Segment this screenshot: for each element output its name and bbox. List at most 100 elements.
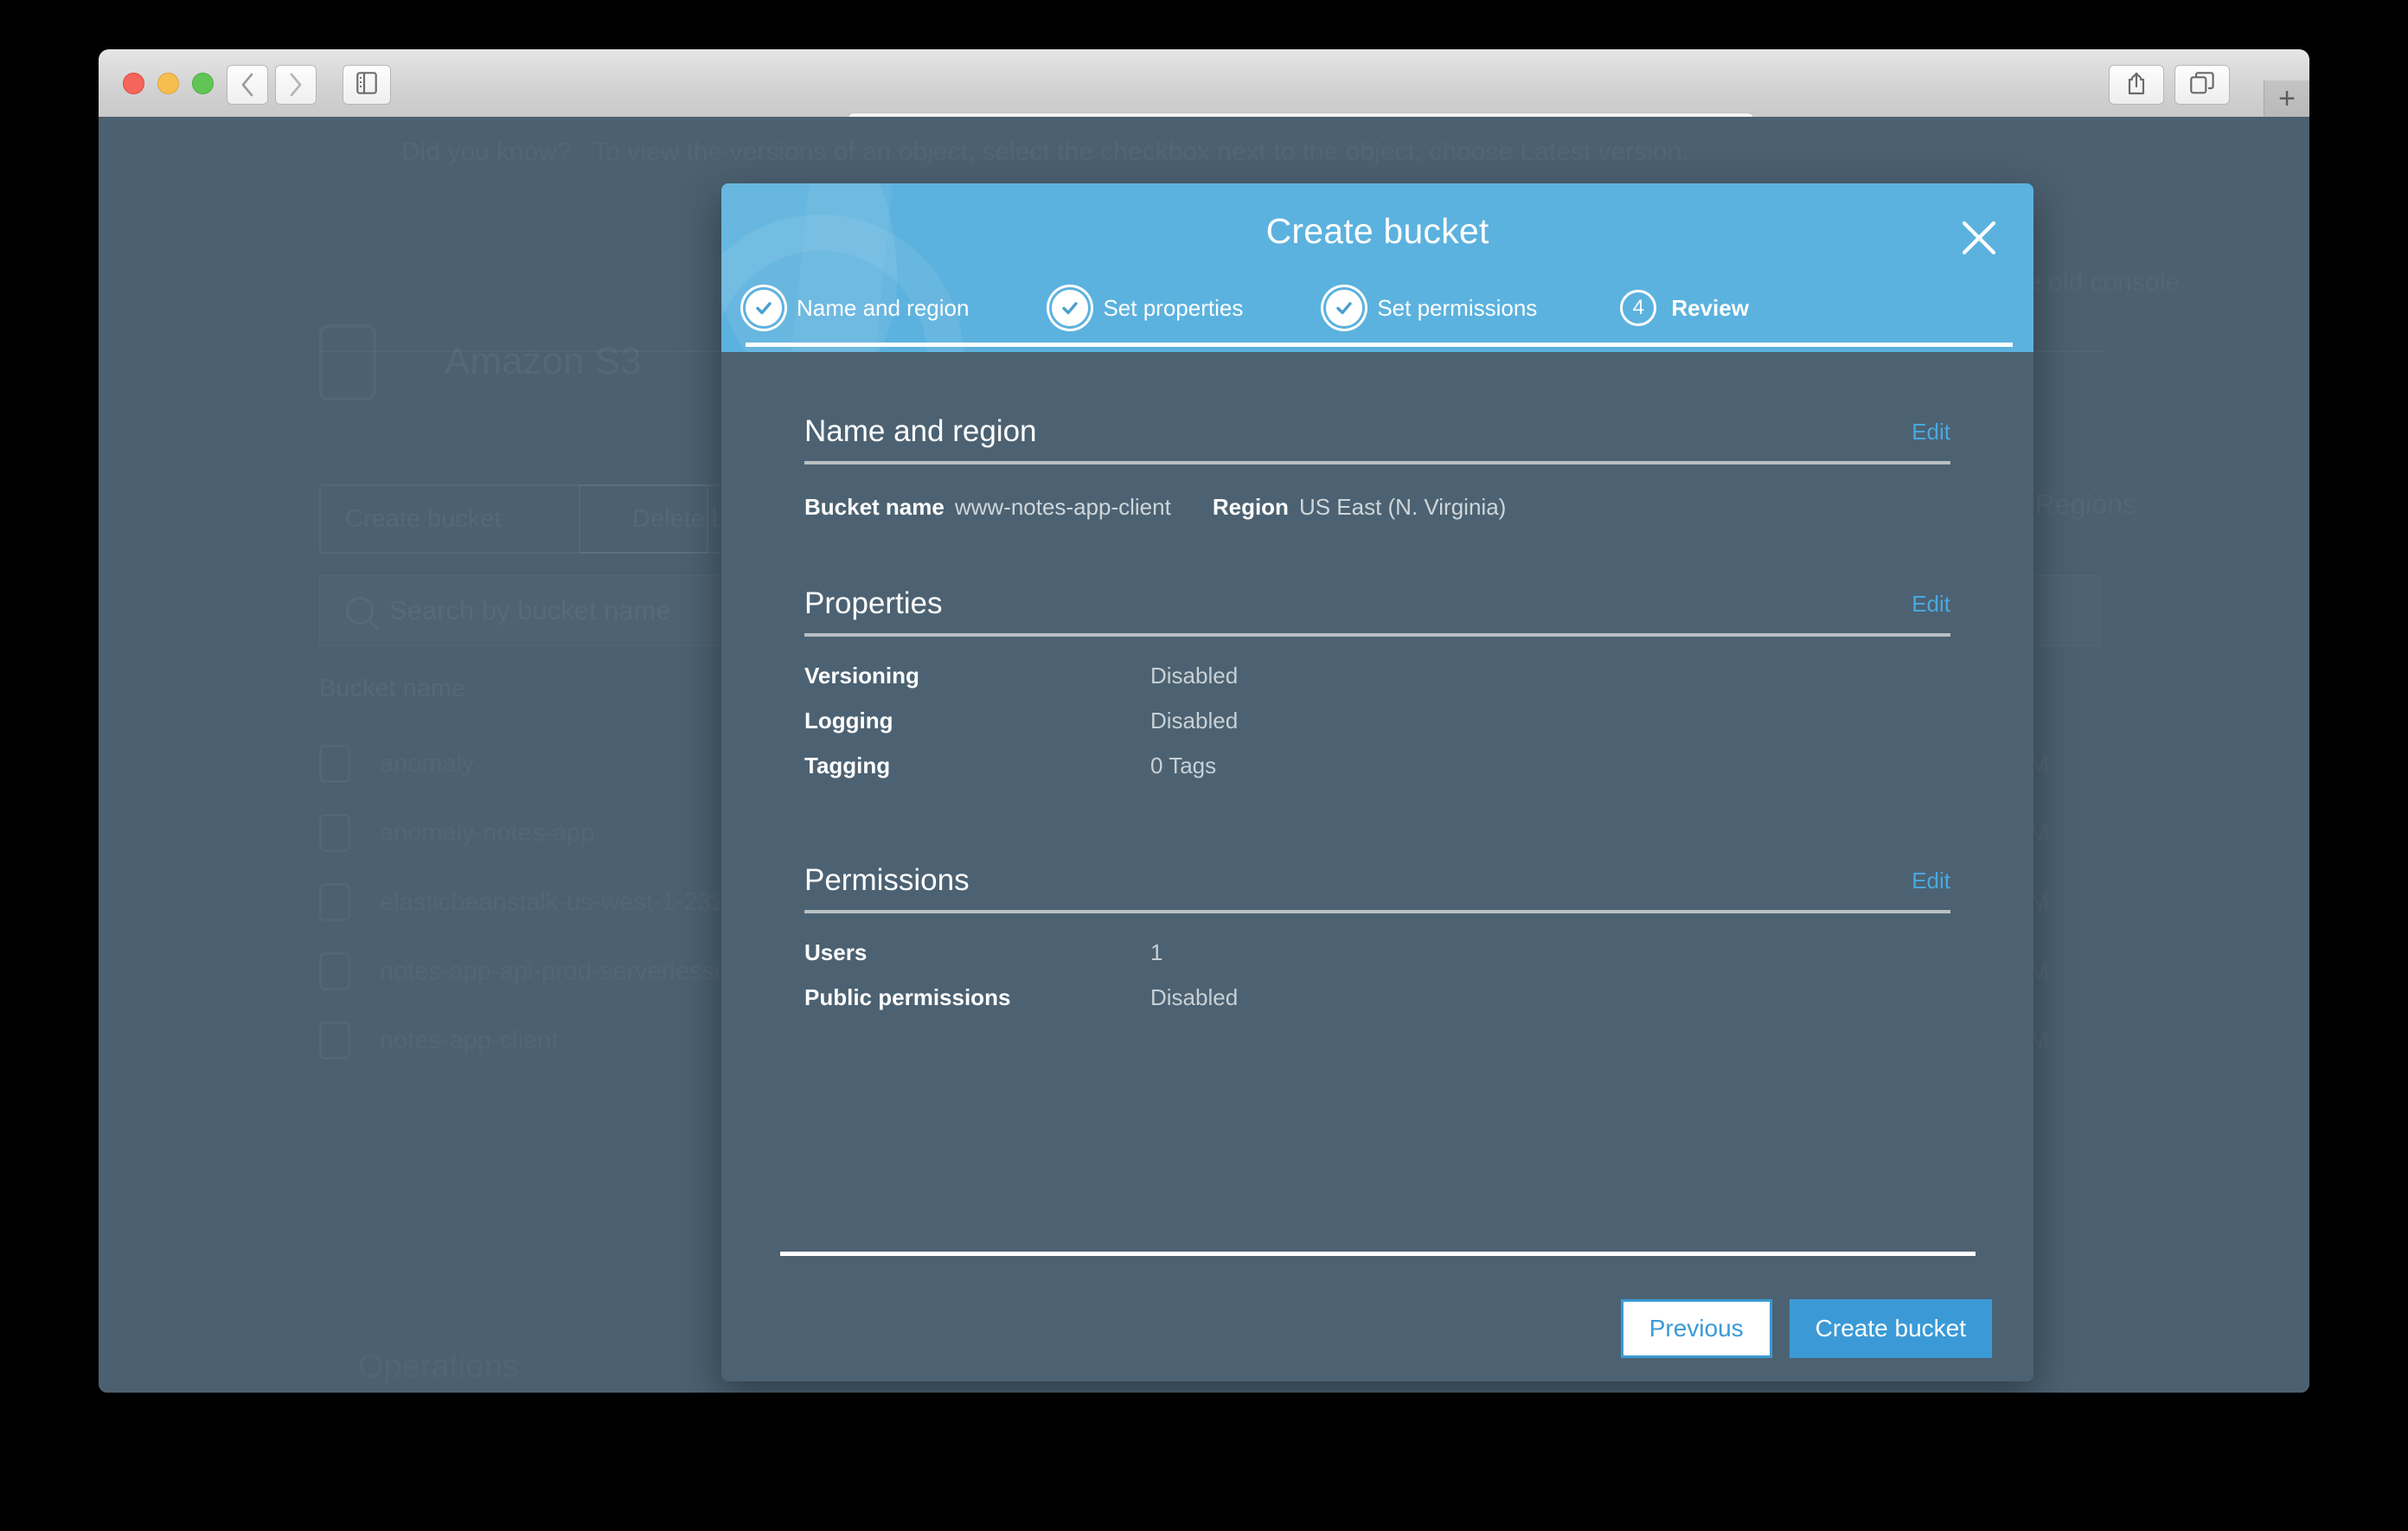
new-tab-label: +: [2278, 84, 2296, 113]
section-title: Permissions: [804, 863, 970, 898]
bucket-icon: [319, 745, 350, 783]
close-icon: [1956, 215, 2002, 261]
close-window-button[interactable]: [123, 73, 144, 94]
toolbar-right-buttons: [2109, 65, 2230, 105]
step-label: Set properties: [1103, 295, 1243, 322]
permission-value: Disabled: [1150, 984, 1238, 1011]
back-button[interactable]: [227, 65, 268, 105]
section-name-and-region: Name and region Edit Bucket name www-not…: [804, 414, 1950, 521]
show-tabs-icon: [2190, 72, 2214, 99]
modal-header: Create bucket Name and reg: [721, 183, 2033, 352]
step-name-and-region[interactable]: Name and region: [746, 290, 969, 326]
step-indicator: Name and region Set properties: [746, 290, 2013, 326]
bucket-icon: [319, 814, 350, 852]
check-circle-icon: [1052, 290, 1088, 326]
sidebar-toggle-icon: [356, 72, 377, 99]
properties-list: Versioning Disabled Logging Disabled Tag…: [804, 663, 1950, 798]
maximize-window-button[interactable]: [192, 73, 214, 94]
step-number-circle: 4: [1620, 290, 1656, 326]
window-controls: [123, 73, 214, 94]
bucket-name: anomaly: [380, 750, 475, 778]
bucket-name: anomaly-notes-app: [380, 819, 594, 848]
browser-window: console.aws.amazon.com: [99, 49, 2309, 1393]
section-permissions: Permissions Edit Users 1 Public permissi…: [804, 863, 1950, 1029]
operations-label: Operations: [358, 1348, 519, 1386]
property-value: Disabled: [1150, 708, 1238, 734]
create-bucket-modal: Create bucket Name and reg: [721, 183, 2033, 1381]
step-set-permissions[interactable]: Set permissions: [1326, 290, 1537, 326]
banner-text: To view the versions of an object, selec…: [592, 138, 1688, 166]
show-tabs-button[interactable]: [2174, 65, 2230, 105]
check-circle-icon: [746, 290, 782, 326]
bucket-icon: [319, 883, 350, 921]
property-key: Logging: [804, 708, 1150, 734]
screen: console.aws.amazon.com: [0, 0, 2408, 1531]
modal-title: Create bucket: [721, 211, 2033, 252]
property-key: Tagging: [804, 753, 1150, 779]
step-number: 4: [1633, 296, 1644, 320]
header-decoration-bar: [790, 183, 895, 352]
share-icon: [2126, 71, 2147, 99]
check-circle-icon: [1326, 290, 1362, 326]
bucket-icon: [319, 1022, 350, 1060]
section-header: Permissions Edit: [804, 863, 1950, 913]
create-bucket-label-bg: Create bucket: [345, 505, 502, 534]
table-row: Tagging 0 Tags: [804, 753, 1950, 798]
spacer: [804, 521, 1950, 586]
region-value: US East (N. Virginia): [1299, 494, 1506, 521]
section-header: Name and region Edit: [804, 414, 1950, 464]
table-row: Public permissions Disabled: [804, 984, 1950, 1029]
bucket-icon: [319, 952, 350, 990]
share-button[interactable]: [2109, 65, 2164, 105]
permission-key: Users: [804, 939, 1150, 966]
chevron-left-icon: [240, 73, 254, 97]
section-title: Name and region: [804, 414, 1037, 449]
step-set-properties[interactable]: Set properties: [1052, 290, 1243, 326]
step-label: Review: [1671, 295, 1749, 322]
property-value: 0 Tags: [1150, 753, 1216, 779]
did-you-know-banner: Did you know? To view the versions of an…: [401, 132, 2045, 172]
permissions-list: Users 1 Public permissions Disabled: [804, 939, 1950, 1029]
search-icon: [346, 597, 374, 625]
forward-button[interactable]: [275, 65, 317, 105]
spacer: [804, 798, 1950, 863]
modal-body: Name and region Edit Bucket name www-not…: [721, 352, 2033, 1029]
region-label: Region: [1213, 494, 1289, 521]
bucket-name-value: www-notes-app-client: [955, 494, 1171, 521]
section-properties: Properties Edit Versioning Disabled Logg…: [804, 586, 1950, 798]
step-label: Set permissions: [1377, 295, 1537, 322]
search-placeholder-bg: Search by bucket name: [389, 595, 671, 626]
edit-name-and-region-link[interactable]: Edit: [1912, 419, 1950, 449]
sidebar-toggle-button[interactable]: [343, 65, 391, 105]
create-bucket-button[interactable]: Create bucket: [1790, 1299, 1992, 1358]
page-title: Amazon S3: [445, 340, 641, 383]
spacer: [804, 352, 1950, 414]
property-key: Versioning: [804, 663, 1150, 689]
browser-toolbar: console.aws.amazon.com: [99, 49, 2309, 118]
bucket-name-label: Bucket name: [804, 494, 945, 521]
edit-permissions-link[interactable]: Edit: [1912, 868, 1950, 898]
table-row: Versioning Disabled: [804, 663, 1950, 708]
close-button[interactable]: [1956, 215, 2002, 261]
banner-prefix: Did you know?: [401, 138, 572, 166]
table-row: Users 1: [804, 939, 1950, 984]
section-header: Properties Edit: [804, 586, 1950, 637]
footer-divider: [780, 1252, 1976, 1256]
header-decoration-shape: [721, 183, 913, 352]
new-tab-button[interactable]: +: [2264, 80, 2309, 117]
step-underline: [746, 343, 2013, 347]
property-value: Disabled: [1150, 663, 1238, 689]
nav-buttons: [227, 65, 317, 105]
section-title: Properties: [804, 586, 943, 621]
step-review[interactable]: 4 Review: [1620, 290, 1749, 326]
previous-button[interactable]: Previous: [1621, 1299, 1772, 1358]
permission-key: Public permissions: [804, 984, 1150, 1011]
permission-value: 1: [1150, 939, 1162, 966]
bucket-name: notes-app-client: [380, 1027, 558, 1055]
table-row: Logging Disabled: [804, 708, 1950, 753]
edit-properties-link[interactable]: Edit: [1912, 591, 1950, 621]
step-label: Name and region: [797, 295, 969, 322]
minimize-window-button[interactable]: [157, 73, 179, 94]
name-and-region-values: Bucket name www-notes-app-client Region …: [804, 494, 1950, 521]
chevron-right-icon: [289, 73, 303, 97]
